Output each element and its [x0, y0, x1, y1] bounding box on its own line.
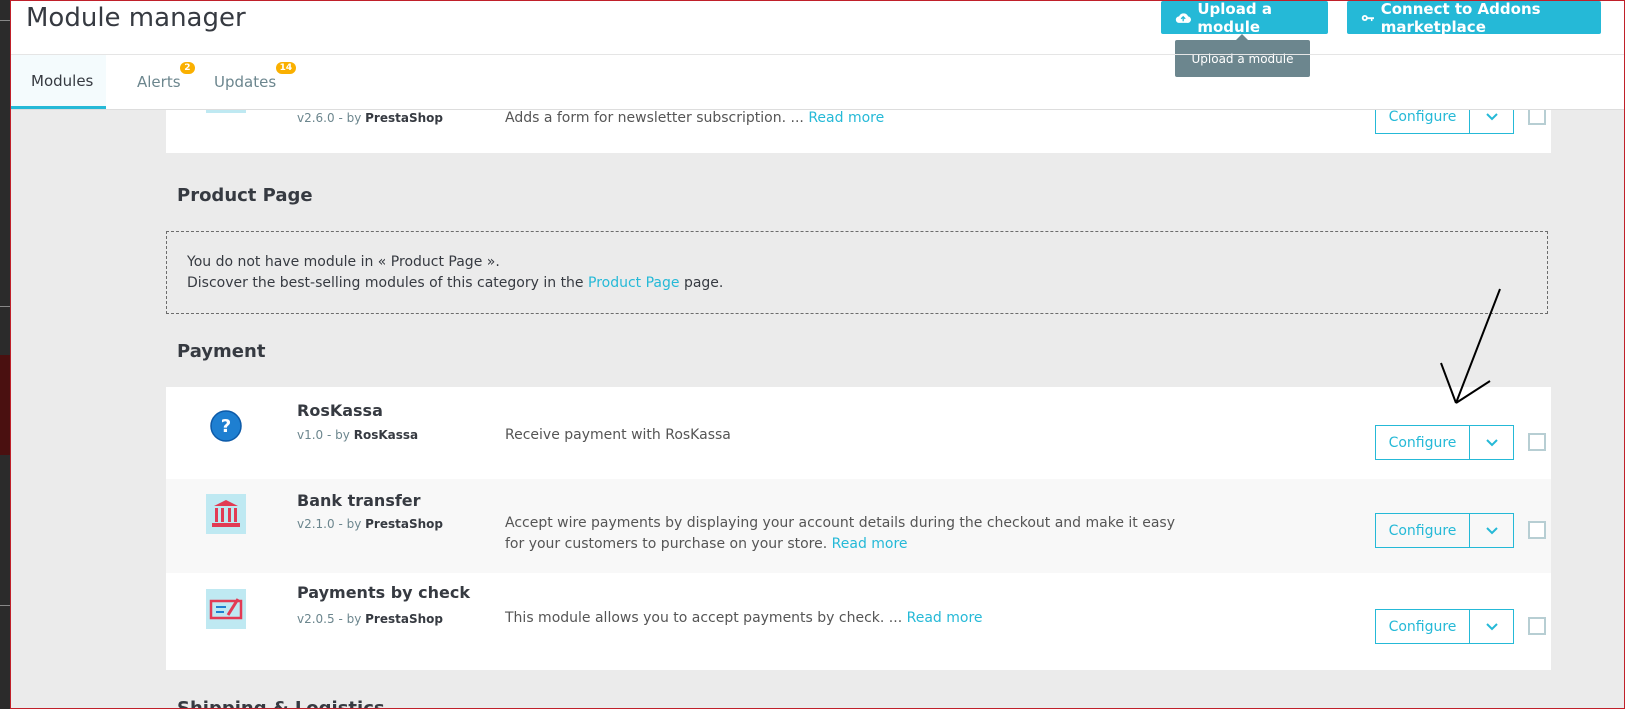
page-title: Module manager: [26, 3, 246, 33]
module-description: Receive payment with RosKassa: [505, 427, 731, 443]
tab-updates[interactable]: Updates 14: [194, 55, 297, 109]
module-version: v2.0.5 - by PrestaShop: [297, 612, 443, 626]
left-window-strip: [0, 0, 10, 709]
module-name: Payments by check: [297, 583, 470, 602]
read-more-link[interactable]: Read more: [907, 610, 983, 626]
connect-addons-label: Connect to Addons marketplace: [1380, 0, 1541, 36]
upload-tooltip: Upload a module: [1175, 34, 1310, 77]
tab-alerts[interactable]: Alerts 2: [117, 55, 201, 109]
payment-module-list: ? RosKassa v1.0 - by RosKassa Receive pa…: [166, 387, 1551, 670]
key-icon: [1361, 14, 1374, 21]
chevron-down-icon[interactable]: [1470, 610, 1513, 643]
empty-notice-text: You do not have module in « Product Page…: [187, 254, 500, 270]
module-checkbox[interactable]: [1528, 521, 1546, 539]
configure-button[interactable]: Configure: [1376, 514, 1470, 547]
empty-notice-discover: Discover the best-selling modules of thi…: [187, 275, 724, 291]
module-row-payments-by-check: Payments by check v2.0.5 - by PrestaShop…: [166, 573, 1551, 670]
section-title-shipping: Shipping & Logistics: [177, 698, 385, 709]
product-page-link[interactable]: Product Page: [588, 275, 680, 291]
module-version: v1.0 - by RosKassa: [297, 428, 419, 442]
module-row-bank-transfer: Bank transfer v2.1.0 - by PrestaShop Acc…: [166, 479, 1551, 573]
module-name: Bank transfer: [297, 491, 421, 510]
tab-modules[interactable]: Modules: [11, 55, 106, 109]
configure-button[interactable]: Configure: [1376, 426, 1470, 459]
chevron-down-icon[interactable]: [1470, 426, 1513, 459]
updates-count-badge: 14: [275, 62, 297, 74]
empty-category-notice: You do not have module in « Product Page…: [166, 231, 1548, 314]
page-header: Module manager Upload a module Connect t…: [11, 0, 1624, 110]
module-row-roskassa: ? RosKassa v1.0 - by RosKassa Receive pa…: [166, 387, 1551, 479]
section-title-product-page: Product Page: [177, 185, 313, 206]
bank-icon: [206, 494, 246, 534]
module-checkbox[interactable]: [1528, 433, 1546, 451]
question-mark-icon: ?: [206, 406, 246, 446]
configure-button-group: Configure: [1375, 513, 1514, 548]
module-name: RosKassa: [297, 401, 383, 420]
upload-module-label: Upload a module: [1197, 0, 1272, 36]
connect-addons-button[interactable]: Connect to Addons marketplace: [1347, 0, 1601, 36]
configure-button-group: Configure: [1375, 609, 1514, 644]
configure-button-group: Configure: [1375, 425, 1514, 460]
alerts-count-badge: 2: [180, 62, 195, 74]
module-description: Adds a form for newsletter subscription.…: [505, 110, 885, 126]
module-version: v2.1.0 - by PrestaShop: [297, 517, 443, 531]
upload-module-button[interactable]: Upload a module: [1161, 0, 1328, 36]
tab-label: Alerts: [137, 73, 181, 91]
configure-button[interactable]: Configure: [1376, 610, 1470, 643]
module-description: Accept wire payments by displaying your …: [505, 515, 1175, 552]
chevron-down-icon[interactable]: [1470, 514, 1513, 547]
module-version: v2.6.0 - by PrestaShop: [297, 111, 443, 125]
module-description: This module allows you to accept payment…: [505, 610, 983, 626]
module-checkbox[interactable]: [1528, 617, 1546, 635]
read-more-link[interactable]: Read more: [808, 110, 884, 126]
check-icon: [206, 589, 246, 629]
module-manager-page: v2.6.0 - by PrestaShop Adds a form for n…: [10, 0, 1625, 709]
cloud-upload-icon: [1175, 12, 1191, 23]
section-title-payment: Payment: [177, 341, 266, 362]
svg-text:?: ?: [221, 416, 231, 437]
tab-label: Modules: [31, 71, 94, 90]
tab-label: Updates: [214, 73, 277, 91]
annotation-arrow-icon: [1440, 288, 1501, 404]
read-more-link[interactable]: Read more: [832, 536, 908, 552]
